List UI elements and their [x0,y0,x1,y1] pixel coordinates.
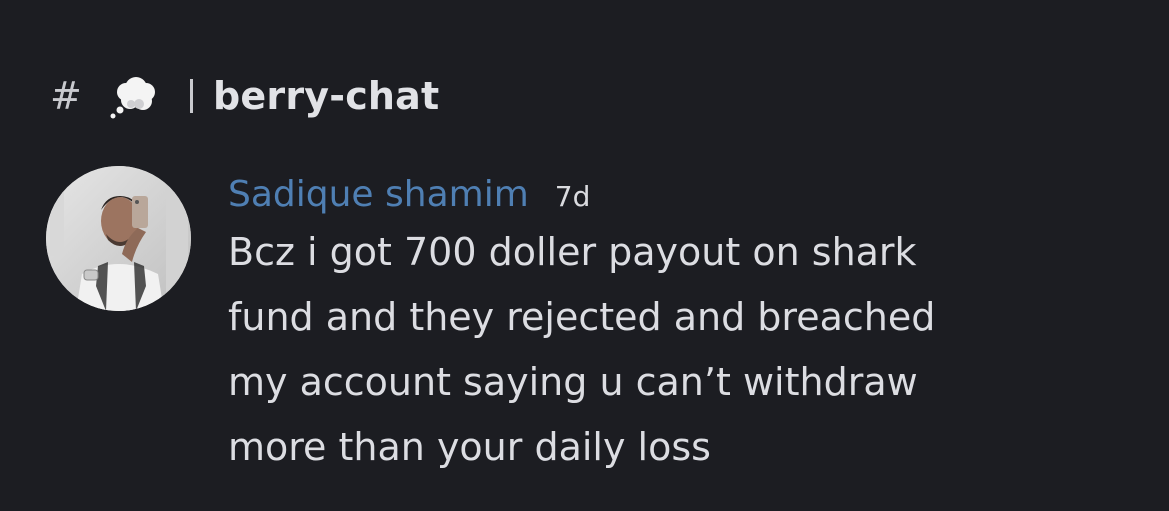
channel-header[interactable]: # berry-chat [50,70,439,122]
channel-hash-icon: # [50,74,82,118]
header-divider [190,79,193,113]
thought-balloon-icon [106,70,166,122]
message-header: Sadique shamim 7d [228,166,1128,224]
message-timestamp: 7d [554,180,591,213]
message-body: Sadique shamim 7d Bcz i got 700 doller p… [228,166,1128,480]
message-text: Bcz i got 700 doller payout on shark fun… [228,230,936,469]
channel-name: berry-chat [213,74,440,118]
author-username[interactable]: Sadique shamim [228,174,529,215]
avatar[interactable] [46,166,191,311]
